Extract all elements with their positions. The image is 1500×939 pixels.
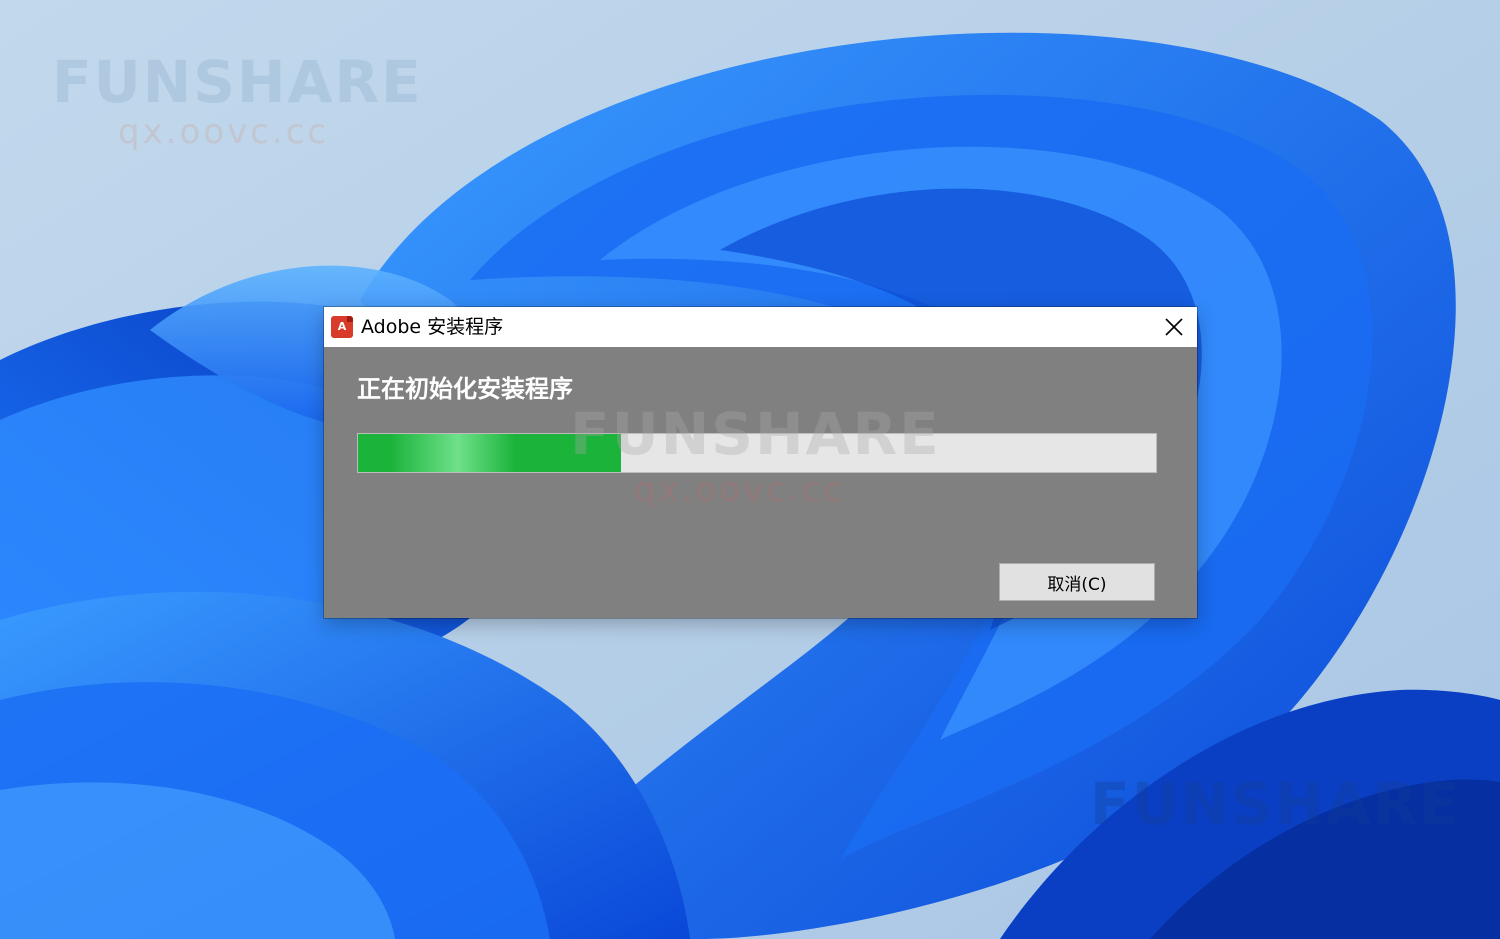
installer-dialog: A Adobe 安装程序 正在初始化安装程序 FUNSHARE qx.oovc.… bbox=[324, 307, 1197, 618]
adobe-app-icon: A bbox=[331, 316, 353, 338]
dialog-titlebar[interactable]: A Adobe 安装程序 bbox=[324, 307, 1197, 347]
progress-bar-fill bbox=[358, 434, 622, 472]
dialog-title: Adobe 安装程序 bbox=[361, 316, 504, 338]
progress-bar bbox=[357, 433, 1157, 473]
status-message: 正在初始化安装程序 bbox=[357, 375, 573, 403]
cancel-button[interactable]: 取消(C) bbox=[999, 563, 1155, 601]
close-icon bbox=[1165, 318, 1183, 336]
desktop: FUNSHARE qx.oovc.cc A Adobe 安装程序 正在初始化安装… bbox=[0, 0, 1500, 939]
watermark-url-middle: qx.oovc.cc bbox=[634, 470, 846, 510]
close-button[interactable] bbox=[1151, 307, 1197, 347]
